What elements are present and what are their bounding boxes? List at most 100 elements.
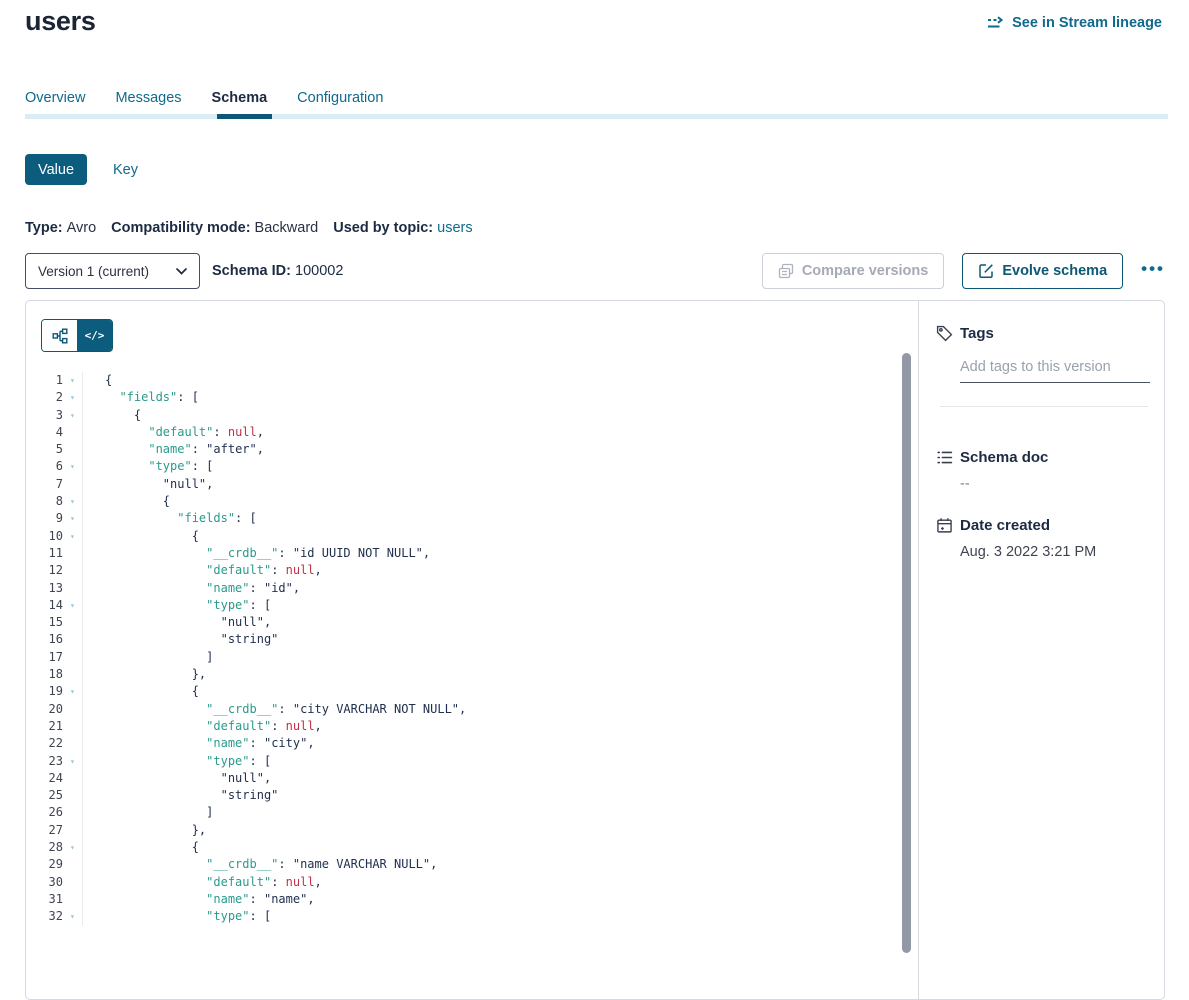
code-text: { — [82, 493, 918, 510]
line-number: 24 — [26, 770, 63, 787]
code-text: }, — [82, 822, 918, 839]
code-text: "fields": [ — [82, 510, 918, 527]
line-number: 27 — [26, 822, 63, 839]
version-select[interactable]: Version 1 (current) — [25, 253, 200, 289]
add-tags-input[interactable] — [960, 357, 1150, 383]
tree-view-button[interactable] — [42, 320, 77, 351]
fold-arrow-icon[interactable]: ▾ — [63, 753, 82, 770]
schema-meta: Type:Avro Compatibility mode:Backward Us… — [25, 220, 473, 236]
compatibility-field: Compatibility mode:Backward — [111, 220, 318, 236]
fold-gutter — [63, 787, 82, 804]
compare-versions-icon — [778, 263, 794, 279]
code-text: "null", — [82, 770, 918, 787]
code-text: "name": "city", — [82, 735, 918, 752]
tab-overview[interactable]: Overview — [25, 90, 85, 114]
code-line: 19▾ { — [26, 683, 918, 700]
code-line: 10▾ { — [26, 528, 918, 545]
fold-gutter — [63, 614, 82, 631]
line-number: 5 — [26, 441, 63, 458]
fold-gutter — [63, 891, 82, 908]
code-text: "string" — [82, 787, 918, 804]
more-actions-icon[interactable]: ••• — [1141, 260, 1165, 283]
code-line: 8▾ { — [26, 493, 918, 510]
line-number: 7 — [26, 476, 63, 493]
used-by-topic-label: Used by topic: — [333, 220, 433, 236]
date-created-heading: Date created — [960, 517, 1050, 534]
editor-scrollbar[interactable] — [902, 353, 911, 953]
fold-gutter — [63, 424, 82, 441]
line-number: 9 — [26, 510, 63, 527]
line-number: 21 — [26, 718, 63, 735]
fold-arrow-icon[interactable]: ▾ — [63, 908, 82, 925]
fold-gutter — [63, 701, 82, 718]
code-line: 5 "name": "after", — [26, 441, 918, 458]
version-select-value: Version 1 (current) — [38, 264, 149, 279]
page-title: users — [25, 6, 96, 37]
evolve-schema-button[interactable]: Evolve schema — [962, 253, 1123, 289]
schema-sidebar: Tags Schema doc -- Dat — [919, 301, 1164, 999]
code-line: 23▾ "type": [ — [26, 753, 918, 770]
code-line: 12 "default": null, — [26, 562, 918, 579]
line-number: 19 — [26, 683, 63, 700]
code-text: }, — [82, 666, 918, 683]
fold-arrow-icon[interactable]: ▾ — [63, 839, 82, 856]
code-text: "default": null, — [82, 718, 918, 735]
code-text: "name": "id", — [82, 580, 918, 597]
code-view-button[interactable]: </> — [77, 320, 112, 351]
key-toggle-button[interactable]: Key — [113, 162, 138, 178]
fold-arrow-icon[interactable]: ▾ — [63, 528, 82, 545]
line-number: 8 — [26, 493, 63, 510]
tab-underline — [25, 114, 1168, 119]
fold-gutter — [63, 631, 82, 648]
code-text: "__crdb__": "city VARCHAR NOT NULL", — [82, 701, 918, 718]
tab-messages[interactable]: Messages — [115, 90, 181, 114]
code-line: 9▾ "fields": [ — [26, 510, 918, 527]
tags-heading: Tags — [960, 325, 994, 342]
code-line: 16 "string" — [26, 631, 918, 648]
code-line: 18 }, — [26, 666, 918, 683]
fold-gutter — [63, 822, 82, 839]
fold-gutter — [63, 770, 82, 787]
compatibility-value: Backward — [255, 220, 319, 236]
line-number: 2 — [26, 389, 63, 406]
compare-versions-button[interactable]: Compare versions — [762, 253, 945, 289]
code-text: "type": [ — [82, 753, 918, 770]
list-icon — [936, 449, 953, 466]
line-number: 11 — [26, 545, 63, 562]
tab-configuration[interactable]: Configuration — [297, 90, 383, 114]
fold-gutter — [63, 874, 82, 891]
code-line: 26 ] — [26, 804, 918, 821]
compare-versions-label: Compare versions — [802, 263, 929, 279]
code-line: 24 "null", — [26, 770, 918, 787]
fold-arrow-icon[interactable]: ▾ — [63, 458, 82, 475]
tag-icon — [936, 325, 953, 342]
code-line: 2▾ "fields": [ — [26, 389, 918, 406]
fold-arrow-icon[interactable]: ▾ — [63, 510, 82, 527]
fold-arrow-icon[interactable]: ▾ — [63, 493, 82, 510]
tab-schema[interactable]: Schema — [212, 90, 268, 114]
line-number: 1 — [26, 372, 63, 389]
stream-lineage-link[interactable]: See in Stream lineage — [987, 15, 1162, 31]
fold-arrow-icon[interactable]: ▾ — [63, 597, 82, 614]
fold-arrow-icon[interactable]: ▾ — [63, 372, 82, 389]
used-by-topic-field: Used by topic:users — [333, 220, 472, 236]
code-line: 6▾ "type": [ — [26, 458, 918, 475]
code-text: "__crdb__": "name VARCHAR NULL", — [82, 856, 918, 873]
fold-arrow-icon[interactable]: ▾ — [63, 407, 82, 424]
topic-link[interactable]: users — [437, 220, 472, 236]
calendar-icon — [936, 517, 953, 534]
fold-gutter — [63, 476, 82, 493]
date-created-value: Aug. 3 2022 3:21 PM — [960, 544, 1096, 560]
tags-section-header: Tags — [936, 325, 994, 342]
code-text: "name": "name", — [82, 891, 918, 908]
code-text: ] — [82, 649, 918, 666]
line-number: 6 — [26, 458, 63, 475]
fold-arrow-icon[interactable]: ▾ — [63, 389, 82, 406]
code-line: 21 "default": null, — [26, 718, 918, 735]
line-number: 10 — [26, 528, 63, 545]
editor-view-toggle: </> — [41, 319, 113, 352]
code-text: "fields": [ — [82, 389, 918, 406]
fold-arrow-icon[interactable]: ▾ — [63, 683, 82, 700]
stream-lineage-label: See in Stream lineage — [1012, 15, 1162, 31]
value-toggle-button[interactable]: Value — [25, 154, 87, 185]
